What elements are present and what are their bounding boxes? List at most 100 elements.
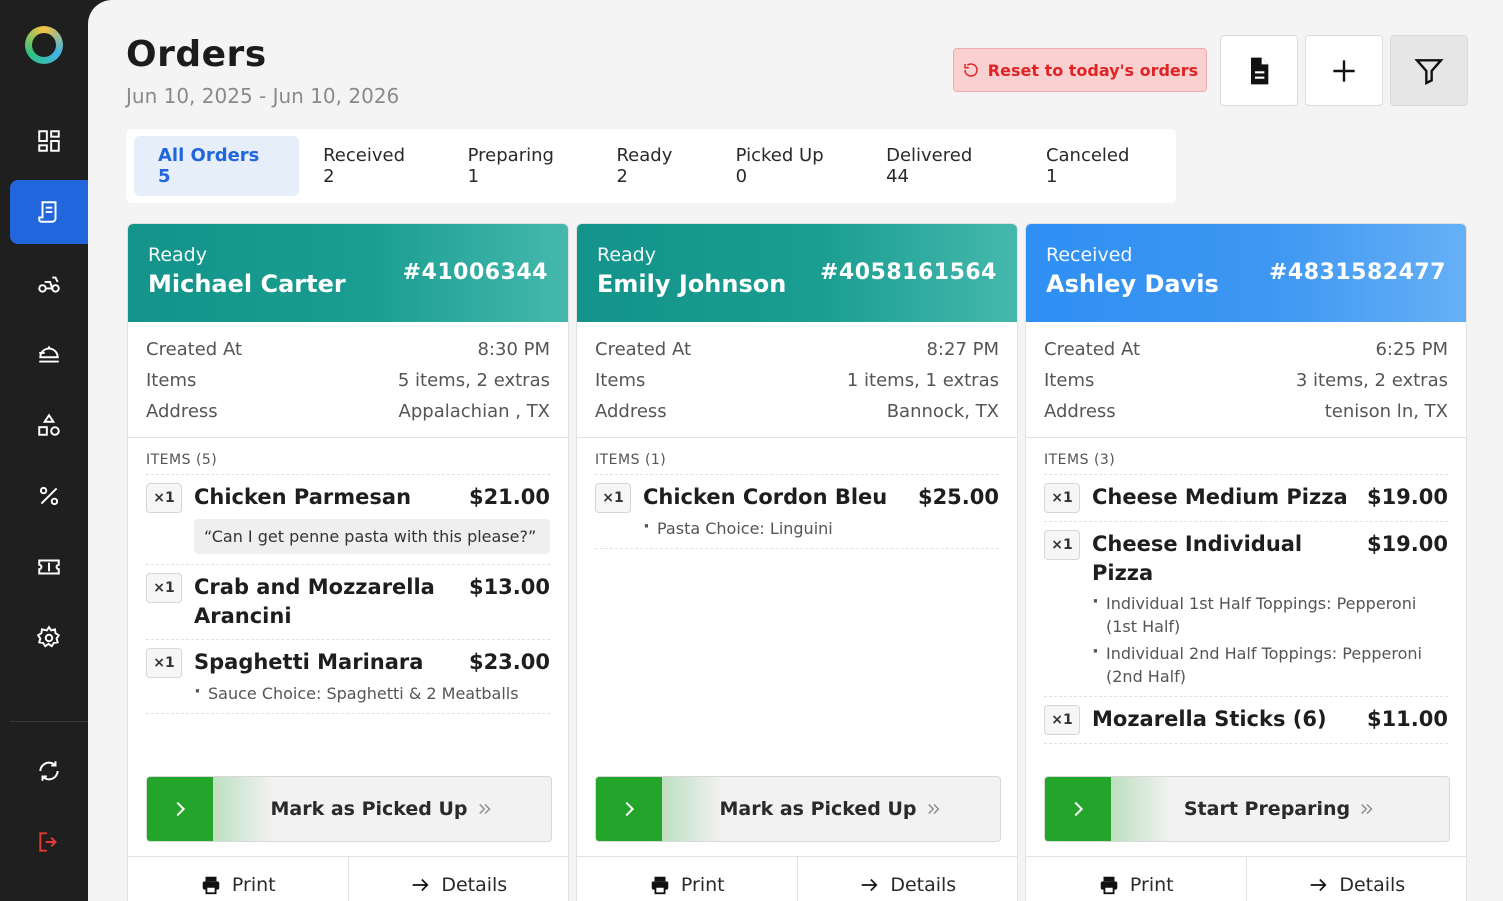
item-extra: Sauce Choice: Spaghetti & 2 Meatballs bbox=[194, 680, 550, 705]
filter-button[interactable] bbox=[1390, 35, 1468, 106]
order-header: Ready Michael Carter #41006344 bbox=[128, 224, 568, 322]
nav-menu[interactable] bbox=[10, 322, 88, 386]
order-header: Received Ashley Davis #4831582477 bbox=[1026, 224, 1466, 322]
mark-picked-up-button[interactable]: Mark as Picked Up bbox=[595, 776, 1001, 842]
items-heading: ITEMS (5) bbox=[146, 452, 550, 475]
order-card: Ready Emily Johnson #4058161564 Created … bbox=[576, 223, 1018, 901]
export-document-button[interactable] bbox=[1220, 35, 1298, 106]
address-value: Appalachian , TX bbox=[398, 401, 550, 422]
tab-received[interactable]: Received 2 bbox=[299, 136, 444, 196]
print-button[interactable]: Print bbox=[577, 857, 797, 901]
print-button[interactable]: Print bbox=[128, 857, 348, 901]
order-card: Ready Michael Carter #41006344 Created A… bbox=[127, 223, 569, 901]
tab-all-orders[interactable]: All Orders 5 bbox=[134, 136, 300, 196]
tab-preparing[interactable]: Preparing 1 bbox=[444, 136, 593, 196]
card-footer: Print Details bbox=[128, 856, 568, 901]
nav-logout[interactable] bbox=[10, 810, 88, 874]
card-footer: Print Details bbox=[1026, 856, 1466, 901]
print-label: Print bbox=[680, 874, 725, 896]
item-price: $25.00 bbox=[917, 485, 999, 509]
details-label: Details bbox=[441, 874, 508, 896]
order-meta: Created At 8:27 PM Items 1 items, 1 extras… bbox=[577, 322, 1017, 438]
date-range[interactable]: Jun 10, 2025 - Jun 10, 2026 bbox=[126, 84, 399, 108]
swipe-handle[interactable] bbox=[1045, 777, 1111, 841]
created-at-label: Created At bbox=[595, 339, 692, 360]
settings-icon bbox=[36, 625, 61, 648]
items-label: Items bbox=[1044, 370, 1095, 391]
details-label: Details bbox=[1339, 874, 1406, 896]
chevron-right-icon bbox=[1074, 801, 1084, 817]
tab-delivered[interactable]: Delivered 44 bbox=[862, 136, 1022, 196]
order-item: ×1 Mozarella Sticks (6) $11.00 bbox=[1044, 697, 1448, 744]
menu-icon bbox=[39, 346, 59, 363]
nav-coupons[interactable] bbox=[10, 535, 88, 599]
items-heading: ITEMS (3) bbox=[1044, 452, 1448, 475]
nav-delivery[interactable] bbox=[10, 251, 88, 315]
reset-to-today-button[interactable]: Reset to today's orders bbox=[953, 48, 1207, 92]
nav-categories[interactable] bbox=[10, 393, 88, 457]
item-quantity: ×1 bbox=[1044, 705, 1080, 735]
nav-sync[interactable] bbox=[10, 739, 88, 803]
item-price: $19.00 bbox=[1366, 485, 1448, 509]
address-value: tenison ln, TX bbox=[1324, 401, 1448, 422]
items-value: 3 items, 2 extras bbox=[1295, 370, 1448, 391]
delivery-icon bbox=[38, 276, 60, 293]
coupon-icon bbox=[38, 559, 60, 575]
item-name: Cheese Medium Pizza bbox=[1092, 485, 1348, 509]
double-chevron-right-icon bbox=[927, 804, 939, 814]
order-item: ×1 Cheese Medium Pizza $19.00 bbox=[1044, 475, 1448, 522]
arrow-right-icon bbox=[412, 878, 429, 892]
double-chevron-right-icon bbox=[478, 804, 490, 814]
address-label: Address bbox=[595, 401, 667, 422]
address-label: Address bbox=[146, 401, 218, 422]
nav-settings[interactable] bbox=[10, 606, 88, 670]
order-card: Received Ashley Davis #4831582477 Create… bbox=[1025, 223, 1467, 901]
items-value: 5 items, 2 extras bbox=[397, 370, 550, 391]
item-name: Chicken Parmesan bbox=[194, 485, 412, 509]
items-list: ITEMS (5) ×1 Chicken Parmesan $21.00 “Ca… bbox=[128, 438, 568, 766]
items-list: ITEMS (1) ×1 Chicken Cordon Bleu $25.00 … bbox=[577, 438, 1017, 766]
details-button[interactable]: Details bbox=[347, 857, 569, 901]
order-item: ×1 Crab and Mozzarella Arancini $13.00 bbox=[146, 565, 550, 640]
items-heading: ITEMS (1) bbox=[595, 452, 999, 475]
logout-icon bbox=[39, 832, 57, 852]
item-price: $13.00 bbox=[468, 575, 550, 599]
start-preparing-button[interactable]: Start Preparing bbox=[1044, 776, 1450, 842]
tab-picked-up[interactable]: Picked Up 0 bbox=[712, 136, 862, 196]
details-label: Details bbox=[890, 874, 957, 896]
order-number: #41006344 bbox=[402, 260, 548, 285]
item-extra: Individual 2nd Half Toppings: Pepperoni … bbox=[1092, 640, 1448, 688]
swipe-handle[interactable] bbox=[596, 777, 662, 841]
item-price: $11.00 bbox=[1366, 707, 1448, 731]
item-name: Crab and Mozzarella Arancini bbox=[194, 575, 435, 628]
sync-icon bbox=[39, 761, 59, 781]
nav-discounts[interactable] bbox=[10, 464, 88, 528]
swipe-handle[interactable] bbox=[147, 777, 213, 841]
tab-ready[interactable]: Ready 2 bbox=[592, 136, 711, 196]
status-tabs: All Orders 5 Received 2 Preparing 1 Read… bbox=[126, 129, 1176, 203]
tab-canceled[interactable]: Canceled 1 bbox=[1022, 136, 1168, 196]
item-price: $21.00 bbox=[468, 485, 550, 509]
categories-icon bbox=[38, 413, 60, 436]
mark-picked-up-button[interactable]: Mark as Picked Up bbox=[146, 776, 552, 842]
add-order-button[interactable] bbox=[1305, 35, 1383, 106]
created-at-value: 8:30 PM bbox=[477, 339, 550, 360]
item-extra: Pasta Choice: Linguini bbox=[643, 515, 999, 540]
sidebar-divider bbox=[10, 721, 88, 722]
filter-icon bbox=[1414, 58, 1444, 85]
item-quantity: ×1 bbox=[1044, 530, 1080, 560]
reset-icon bbox=[964, 63, 978, 77]
address-value: Bannock, TX bbox=[886, 401, 999, 422]
order-item: ×1 Chicken Parmesan $21.00 “Can I get pe… bbox=[146, 475, 550, 565]
order-item: ×1 Chicken Cordon Bleu $25.00 Pasta Choi… bbox=[595, 475, 999, 549]
order-number: #4831582477 bbox=[1268, 260, 1446, 285]
order-number: #4058161564 bbox=[819, 260, 997, 285]
details-button[interactable]: Details bbox=[1245, 857, 1467, 901]
nav-dashboard[interactable] bbox=[10, 109, 88, 173]
details-button[interactable]: Details bbox=[796, 857, 1018, 901]
item-price: $23.00 bbox=[468, 650, 550, 674]
nav-orders[interactable] bbox=[10, 180, 88, 244]
items-value: 1 items, 1 extras bbox=[846, 370, 999, 391]
print-button[interactable]: Print bbox=[1026, 857, 1246, 901]
item-name: Chicken Cordon Bleu bbox=[643, 485, 888, 509]
